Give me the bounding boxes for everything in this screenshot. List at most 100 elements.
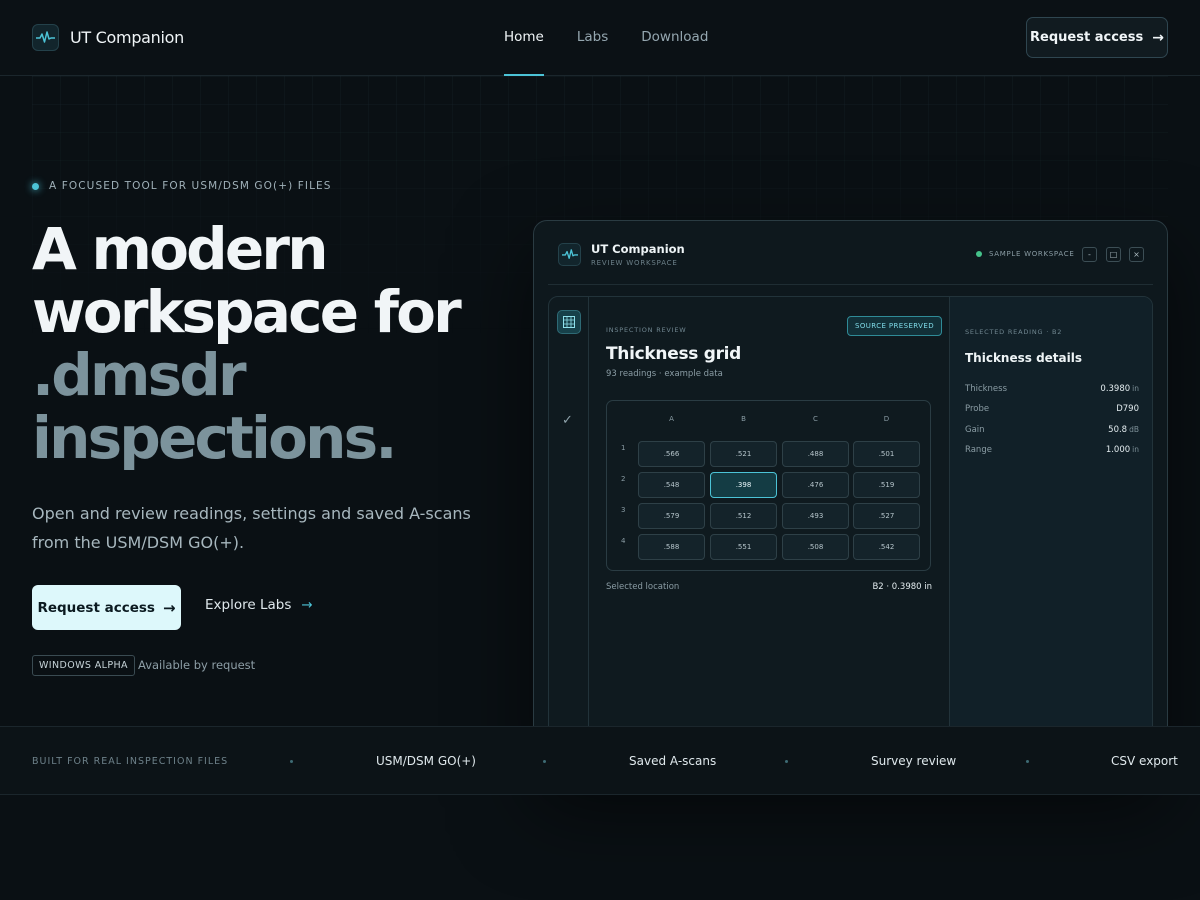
- separator-dot-icon: [1026, 760, 1029, 763]
- strip-item: CSV export: [1111, 754, 1178, 768]
- main-nav: Home Labs Download: [504, 0, 708, 76]
- column-header: B: [741, 415, 746, 423]
- detail-key: Gain: [965, 425, 985, 435]
- grid-cell-c2[interactable]: .476: [782, 472, 849, 498]
- headline-line-1: A modern: [32, 215, 329, 283]
- header-request-access-label: Request access: [1030, 30, 1144, 45]
- request-access-button[interactable]: Request access →: [32, 585, 181, 630]
- strip-label: BUILT FOR REAL INSPECTION FILES: [32, 756, 229, 767]
- top-navigation-bar: UT Companion Home Labs Download Request …: [0, 0, 1200, 76]
- nav-home[interactable]: Home: [504, 0, 544, 76]
- arrow-right-icon: →: [1152, 29, 1164, 46]
- details-panel: SELECTED READING · B2 Thickness details …: [949, 297, 1152, 779]
- detail-key: Thickness: [965, 384, 1008, 394]
- grid-cell-a1[interactable]: .566: [638, 441, 705, 467]
- detail-row-range: Range 1.000 in: [965, 445, 1139, 457]
- feature-strip: BUILT FOR REAL INSPECTION FILES USM/DSM …: [0, 726, 1200, 795]
- grid-cell-c1[interactable]: .488: [782, 441, 849, 467]
- nav-download[interactable]: Download: [641, 0, 708, 76]
- row-header: 3: [621, 506, 626, 514]
- workspace-panel: ✓ INSPECTION REVIEW SOURCE PRESERVED Thi…: [548, 296, 1153, 779]
- grid-cell-d4[interactable]: .542: [853, 534, 920, 560]
- headline-muted-2: inspections.: [32, 404, 397, 472]
- checkmark-icon[interactable]: ✓: [562, 413, 573, 428]
- request-access-label: Request access: [37, 599, 155, 616]
- inspection-review-area: INSPECTION REVIEW SOURCE PRESERVED Thick…: [589, 297, 949, 779]
- selected-location-value: B2 · 0.3980 in: [872, 582, 932, 592]
- detail-row-probe: Probe D790: [965, 404, 1139, 416]
- headline-line-2: workspace for: [32, 278, 462, 346]
- separator-dot-icon: [785, 760, 788, 763]
- status-dot-icon: [976, 251, 982, 257]
- window-title: UT Companion: [591, 242, 685, 256]
- strip-item: USM/DSM GO(+): [376, 754, 476, 768]
- brand[interactable]: UT Companion: [32, 24, 184, 51]
- row-header: 1: [621, 444, 626, 452]
- brand-name: UT Companion: [70, 28, 184, 47]
- selected-reading-label: SELECTED READING · B2: [965, 328, 1063, 336]
- strip-item: Saved A-scans: [629, 754, 717, 768]
- workspace-status: SAMPLE WORKSPACE: [976, 250, 1074, 258]
- column-header: A: [669, 415, 674, 423]
- arrow-right-icon: →: [162, 598, 176, 617]
- detail-value: 0.3980 in: [1100, 384, 1139, 394]
- grid-cell-a4[interactable]: .588: [638, 534, 705, 560]
- detail-value: D790: [1116, 404, 1139, 414]
- thickness-grid-subtitle: 93 readings · example data: [606, 369, 723, 379]
- separator-dot-icon: [543, 760, 546, 763]
- details-title: Thickness details: [965, 351, 1083, 365]
- selected-location-label: Selected location: [606, 582, 680, 592]
- detail-value: 1.000 in: [1105, 445, 1139, 455]
- explore-labs-label: Explore Labs: [205, 597, 292, 613]
- hero-headline: A modern workspace for .dmsdr inspection…: [32, 218, 502, 470]
- detail-row-thickness: Thickness 0.3980 in: [965, 384, 1139, 396]
- column-header: D: [883, 415, 890, 423]
- detail-row-gain: Gain 50.8 dB: [965, 425, 1139, 437]
- arrow-right-icon: →: [301, 597, 313, 613]
- window-titlebar: UT Companion REVIEW WORKSPACE SAMPLE WOR…: [548, 221, 1153, 285]
- grid-cell-b2-selected[interactable]: .398: [710, 472, 777, 498]
- nav-labs[interactable]: Labs: [577, 0, 608, 76]
- minimize-button[interactable]: -: [1082, 247, 1097, 262]
- hero-subcopy: Open and review readings, settings and s…: [32, 504, 471, 552]
- pulse-logo-icon: [32, 24, 59, 51]
- app-window-preview: UT Companion REVIEW WORKSPACE SAMPLE WOR…: [533, 220, 1168, 780]
- availability-text: Available by request: [138, 658, 256, 672]
- side-rail: ✓: [549, 297, 589, 779]
- headline-muted-1: .dmsdr: [32, 341, 247, 409]
- grid-cell-a2[interactable]: .548: [638, 472, 705, 498]
- grid-cell-c3[interactable]: .493: [782, 503, 849, 529]
- window-subtitle: REVIEW WORKSPACE: [591, 259, 678, 267]
- source-preserved-badge: SOURCE PRESERVED: [847, 316, 942, 336]
- row-header: 4: [621, 537, 626, 545]
- grid-cell-a3[interactable]: .579: [638, 503, 705, 529]
- grid-view-icon[interactable]: [557, 310, 581, 334]
- strip-item: Survey review: [871, 754, 957, 768]
- row-header: 2: [621, 475, 626, 483]
- eyebrow-dot-icon: [32, 182, 39, 190]
- explore-labs-link[interactable]: Explore Labs →: [205, 597, 313, 613]
- section-label: INSPECTION REVIEW: [606, 326, 687, 334]
- eyebrow-text: A FOCUSED TOOL FOR USM/DSM GO(+) FILES: [49, 180, 332, 192]
- close-button[interactable]: ×: [1129, 247, 1144, 262]
- detail-key: Range: [965, 445, 992, 455]
- maximize-button[interactable]: □: [1106, 247, 1121, 262]
- grid-cell-b1[interactable]: .521: [710, 441, 777, 467]
- detail-value: 50.8 dB: [1108, 425, 1139, 435]
- grid-cell-d1[interactable]: .501: [853, 441, 920, 467]
- grid-cell-b4[interactable]: .551: [710, 534, 777, 560]
- thickness-grid: A B C D 1 2 3 4 .566 .521 .488 .501 .548…: [606, 400, 931, 571]
- grid-cell-d2[interactable]: .519: [853, 472, 920, 498]
- header-request-access-button[interactable]: Request access →: [1026, 17, 1168, 58]
- hero-eyebrow: A FOCUSED TOOL FOR USM/DSM GO(+) FILES: [32, 180, 332, 192]
- workspace-status-text: SAMPLE WORKSPACE: [989, 250, 1075, 258]
- grid-cell-b3[interactable]: .512: [710, 503, 777, 529]
- separator-dot-icon: [290, 760, 293, 763]
- column-header: C: [813, 415, 818, 423]
- pulse-logo-icon: [558, 243, 581, 266]
- windows-alpha-badge: WINDOWS ALPHA: [32, 655, 135, 676]
- detail-key: Probe: [965, 404, 990, 414]
- grid-cell-d3[interactable]: .527: [853, 503, 920, 529]
- thickness-grid-title: Thickness grid: [606, 344, 742, 364]
- grid-cell-c4[interactable]: .508: [782, 534, 849, 560]
